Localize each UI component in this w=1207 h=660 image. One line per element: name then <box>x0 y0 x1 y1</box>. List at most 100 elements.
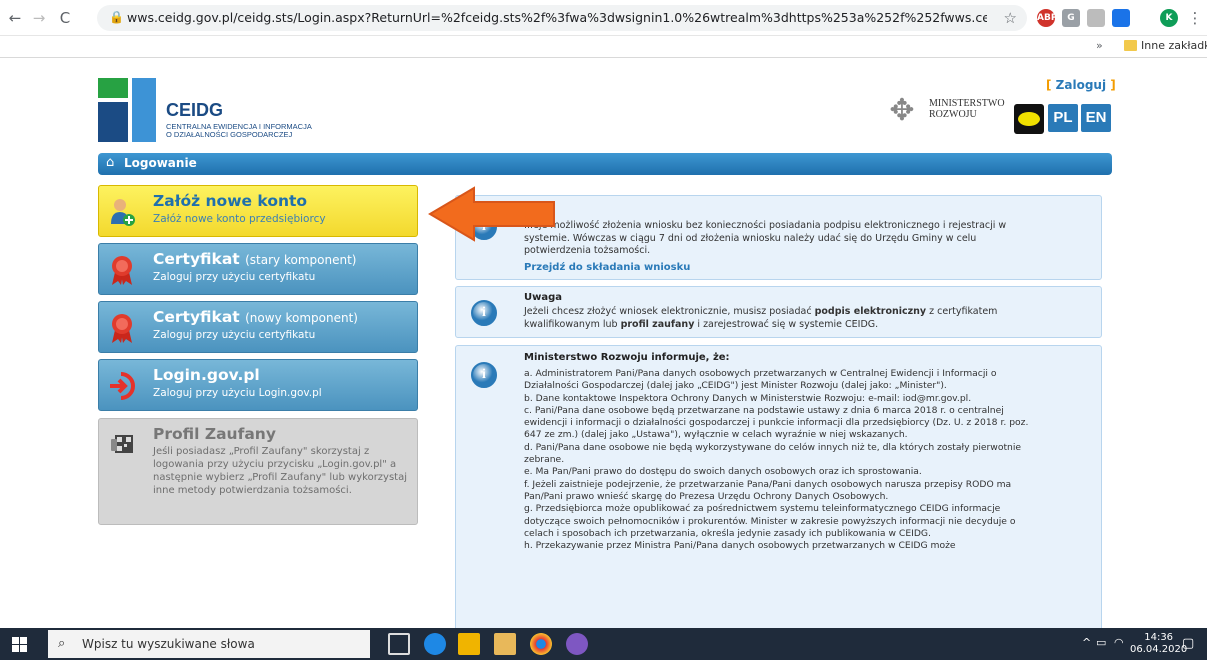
gdpr-item: g. Przedsiębiorca może opublikować za po… <box>524 503 1016 539</box>
windows-taskbar: ⌕ Wpisz tu wyszukiwane słowa ^ ▭ ◠ 14:36… <box>0 628 1207 660</box>
ministry-logo: ✥ MINISTERSTWO ROZWOJU <box>885 92 1015 132</box>
bookmark-overflow[interactable]: » <box>1096 39 1103 52</box>
battery-icon[interactable]: ▭ <box>1096 636 1106 649</box>
address-bar[interactable]: 🔒 wws.ceidg.gov.pl/ceidg.sts/Login.aspx?… <box>97 5 1027 31</box>
bookmark-folder-other[interactable]: Inne zakładki <box>1141 39 1207 52</box>
extension-icon[interactable] <box>1087 9 1105 27</box>
bookmark-bar: » Inne zakładki <box>0 36 1207 58</box>
search-icon: ⌕ <box>58 636 66 651</box>
lang-en-button[interactable]: EN <box>1081 104 1111 132</box>
certificate-old-title: Certyfikat (stary komponent) <box>153 250 356 268</box>
menu-kebab-icon[interactable]: ⋮ <box>1186 9 1204 27</box>
info-panel-gdpr: i Ministerstwo Rozwoju informuje, że: a.… <box>455 345 1102 628</box>
info-icon: i <box>471 300 497 326</box>
certificate-old-title-text: Certyfikat <box>153 250 240 268</box>
chrome-icon[interactable] <box>530 633 552 655</box>
gdpr-item: h. Przekazywanie przez Ministra Pani/Pan… <box>524 540 956 552</box>
profile-avatar[interactable]: K <box>1160 9 1178 27</box>
clock-date: 06.04.2020 <box>1130 644 1188 655</box>
back-icon[interactable]: ← <box>6 9 24 27</box>
info-panel-warning: i Uwaga Jeżeli chcesz złożyć wniosek ele… <box>455 286 1102 338</box>
home-icon[interactable]: ⌂ <box>106 156 120 170</box>
accessibility-eye-icon[interactable] <box>1014 104 1044 134</box>
lock-icon: 🔒 <box>109 10 124 24</box>
trusted-profile-panel: Profil Zaufany Jeśli posiadasz „Profil Z… <box>98 418 418 525</box>
add-user-icon <box>111 199 135 226</box>
warning-text: Jeżeli chcesz złożyć wniosek elektronicz… <box>524 306 1044 331</box>
app-icon[interactable] <box>566 633 588 655</box>
certificate-ribbon-icon <box>112 256 132 285</box>
ministry-name: MINISTERSTWO ROZWOJU <box>929 98 1005 120</box>
search-placeholder[interactable]: Wpisz tu wyszukiwane słowa <box>82 637 255 651</box>
extension-g-icon[interactable]: G <box>1062 9 1080 27</box>
gdpr-title: Ministerstwo Rozwoju informuje, że: <box>524 352 730 363</box>
notification-icon[interactable]: ▢ <box>1182 636 1194 651</box>
gdpr-list: a. Administratorem Pani/Pana danych osob… <box>524 368 1044 552</box>
extension-blue-icon[interactable] <box>1112 9 1130 27</box>
certificate-new-title: Certyfikat (nowy komponent) <box>153 308 358 326</box>
certificate-new-button[interactable]: Certyfikat (nowy komponent) Zaloguj przy… <box>98 301 418 353</box>
warning-text-part-3: i zarejestrować się w systemie CEIDG. <box>694 318 879 330</box>
login-gov-title: Login.gov.pl <box>153 366 260 384</box>
system-clock[interactable]: 14:36 06.04.2020 <box>1130 632 1187 656</box>
gdpr-item: c. Pani/Pana dane osobowe będą przetwarz… <box>524 404 1029 441</box>
certificate-new-title-text: Certyfikat <box>153 308 240 326</box>
windows-start-icon[interactable] <box>12 637 27 652</box>
ministry-name-line-2: ROZWOJU <box>929 109 977 120</box>
login-link[interactable]: [ Zaloguj ] <box>1046 78 1116 92</box>
url-text[interactable]: wws.ceidg.gov.pl/ceidg.sts/Login.aspx?Re… <box>127 10 987 25</box>
certificate-ribbon-icon <box>112 314 132 343</box>
edge-icon[interactable] <box>424 633 446 655</box>
logo-square-green <box>98 78 128 98</box>
certificate-old-button[interactable]: Certyfikat (stary komponent) Zaloguj prz… <box>98 243 418 295</box>
certificate-old-subtitle: Zaloguj przy użyciu certyfikatu <box>153 271 316 283</box>
login-gov-button[interactable]: Login.gov.pl Zaloguj przy użyciu Login.g… <box>98 359 418 411</box>
store-icon[interactable] <box>458 633 480 655</box>
gdpr-item: d. Pani/Pana dane osobowe nie będą wykor… <box>524 441 1022 466</box>
qr-code-icon <box>111 435 133 453</box>
gdpr-item: f. Jeżeli zaistnieje podejrzenie, że prz… <box>524 478 1012 502</box>
warning-text-part-1: Jeżeli chcesz złożyć wniosek elektronicz… <box>524 306 815 317</box>
login-arrow-icon <box>110 372 135 400</box>
section-title: Logowanie <box>124 156 197 170</box>
page-content: CEIDG CENTRALNA EWIDENCJA I INFORMACJA O… <box>0 58 1207 628</box>
ceidg-logo[interactable]: CEIDG CENTRALNA EWIDENCJA I INFORMACJA O… <box>98 78 368 144</box>
login-link-label[interactable]: Zaloguj <box>1056 78 1106 92</box>
certificate-new-note: (nowy komponent) <box>245 311 358 325</box>
ministry-name-line-1: MINISTERSTWO <box>929 98 1005 109</box>
reload-icon[interactable]: C <box>56 9 74 27</box>
bookmark-star-icon[interactable]: ☆ <box>1004 9 1017 27</box>
logo-square-navy <box>98 102 128 142</box>
warning-title: Uwaga <box>524 292 563 303</box>
info-icon: i <box>471 362 497 388</box>
logo-square-blue <box>132 78 156 142</box>
clock-time: 14:36 <box>1144 632 1174 643</box>
logo-title: CEIDG <box>166 100 224 120</box>
info-panel-text: ...eje możliwość złożenia wniosku bez ko… <box>524 220 1007 256</box>
folder-icon <box>1124 40 1137 51</box>
file-explorer-icon[interactable] <box>494 633 516 655</box>
section-header: ⌂ Logowanie <box>98 153 1112 175</box>
gdpr-item: e. Ma Pan/Pani prawo do dostępu do swoic… <box>524 466 922 478</box>
task-view-icon[interactable] <box>388 633 410 655</box>
lang-pl-button[interactable]: PL <box>1048 104 1078 132</box>
adblock-icon[interactable]: ABP <box>1037 9 1057 27</box>
gdpr-item: b. Dane kontaktowe Inspektora Ochrony Da… <box>524 392 972 404</box>
browser-toolbar: ← → C 🔒 wws.ceidg.gov.pl/ceidg.sts/Login… <box>0 0 1207 36</box>
wifi-icon[interactable]: ◠ <box>1114 636 1124 649</box>
create-account-subtitle: Załóż nowe konto przedsiębiorcy <box>153 213 326 225</box>
submit-application-link[interactable]: Przejdź do składania wniosku <box>524 262 690 273</box>
gdpr-item: a. Administratorem Pani/Pana danych osob… <box>524 368 997 392</box>
taskbar-search[interactable]: ⌕ Wpisz tu wyszukiwane słowa <box>48 630 370 658</box>
forward-icon[interactable]: → <box>30 9 48 27</box>
annotation-arrow-icon <box>428 186 555 242</box>
certificate-old-note: (stary komponent) <box>245 253 357 267</box>
warning-bold-profile: profil zaufany <box>620 318 695 330</box>
create-account-title: Załóż nowe konto <box>153 192 308 210</box>
warning-bold-signature: podpis elektroniczny <box>814 306 927 317</box>
tray-chevron-icon[interactable]: ^ <box>1082 636 1091 649</box>
certificate-new-subtitle: Zaloguj przy użyciu certyfikatu <box>153 329 316 341</box>
create-account-button[interactable]: Załóż nowe konto Załóż nowe konto przeds… <box>98 185 418 237</box>
logo-subtitle: CENTRALNA EWIDENCJA I INFORMACJA O DZIAŁ… <box>166 123 312 139</box>
logo-subtitle-line-2: O DZIAŁALNOŚCI GOSPODARCZEJ <box>166 130 293 139</box>
